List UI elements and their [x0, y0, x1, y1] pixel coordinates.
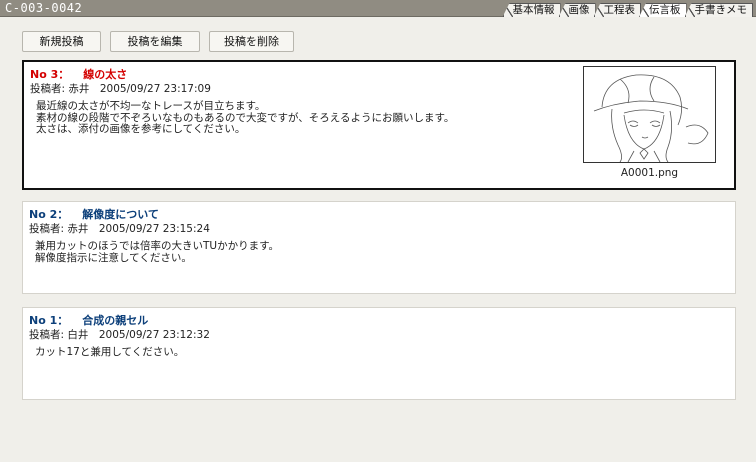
post-body: 兼用カットのほうでは倍率の大きいTUかかります。 解像度指示に注意してください。 — [35, 240, 280, 264]
post-body-line: カット17と兼用してください。 — [35, 346, 185, 358]
post-meta: 投稿者: 白井 2005/09/27 23:12:32 — [29, 329, 210, 341]
post-item-1[interactable]: No 1： 合成の親セル 投稿者: 白井 2005/09/27 23:12:32 … — [22, 307, 736, 400]
post-number: No 1： — [29, 314, 69, 327]
post-meta: 投稿者: 赤井 2005/09/27 23:15:24 — [29, 223, 210, 235]
post-number: No 3： — [30, 68, 70, 81]
title-bar: C-003-0042 基本情報 画像 工程表 伝言板 手書きメモ — [0, 0, 756, 17]
post-header: No 1： 合成の親セル — [29, 312, 148, 328]
post-item-3[interactable]: No 3： 線の太さ 投稿者: 赤井 2005/09/27 23:17:09 最近… — [22, 60, 736, 190]
post-number: No 2： — [29, 208, 69, 221]
post-body: カット17と兼用してください。 — [35, 346, 185, 359]
delete-post-button[interactable]: 投稿を削除 — [209, 31, 294, 52]
record-id: C-003-0042 — [5, 1, 83, 15]
post-body-line: 兼用カットのほうでは倍率の大きいTUかかります。 — [35, 240, 280, 252]
post-title: 合成の親セル — [82, 314, 149, 327]
post-body: 最近線の太さが不均一なトレースが目立ちます。 素材の線の段階で不ぞろいなものもあ… — [36, 100, 454, 136]
post-body-line: 最近線の太さが不均一なトレースが目立ちます。 — [36, 100, 266, 112]
tab-message-board[interactable]: 伝言板 — [639, 3, 687, 17]
post-header: No 2： 解像度について — [29, 206, 159, 222]
toolbar: 新規投稿 投稿を編集 投稿を削除 — [22, 31, 294, 52]
post-title: 解像度について — [82, 208, 159, 221]
post-body-line: 解像度指示に注意してください。 — [35, 251, 192, 264]
tab-images[interactable]: 画像 — [558, 3, 596, 17]
tab-schedule[interactable]: 工程表 — [593, 3, 641, 17]
edit-post-button[interactable]: 投稿を編集 — [110, 31, 200, 52]
tab-basic-info[interactable]: 基本情報 — [502, 3, 561, 17]
attachment[interactable]: A0001.png — [583, 66, 716, 179]
anime-sketch-image — [593, 74, 709, 162]
post-item-2[interactable]: No 2： 解像度について 投稿者: 赤井 2005/09/27 23:15:24… — [22, 201, 736, 294]
post-meta: 投稿者: 赤井 2005/09/27 23:17:09 — [30, 83, 211, 95]
tab-handwritten-memo[interactable]: 手書きメモ — [684, 3, 753, 17]
tab-bar: 基本情報 画像 工程表 伝言板 手書きメモ — [502, 3, 753, 17]
post-title: 線の太さ — [83, 68, 128, 81]
post-body-line: 太さは、添付の画像を参考にしてください。 — [36, 123, 246, 135]
post-header: No 3： 線の太さ — [30, 66, 127, 82]
new-post-button[interactable]: 新規投稿 — [22, 31, 101, 52]
attachment-filename[interactable]: A0001.png — [583, 167, 716, 179]
attachment-thumbnail[interactable] — [583, 66, 716, 163]
